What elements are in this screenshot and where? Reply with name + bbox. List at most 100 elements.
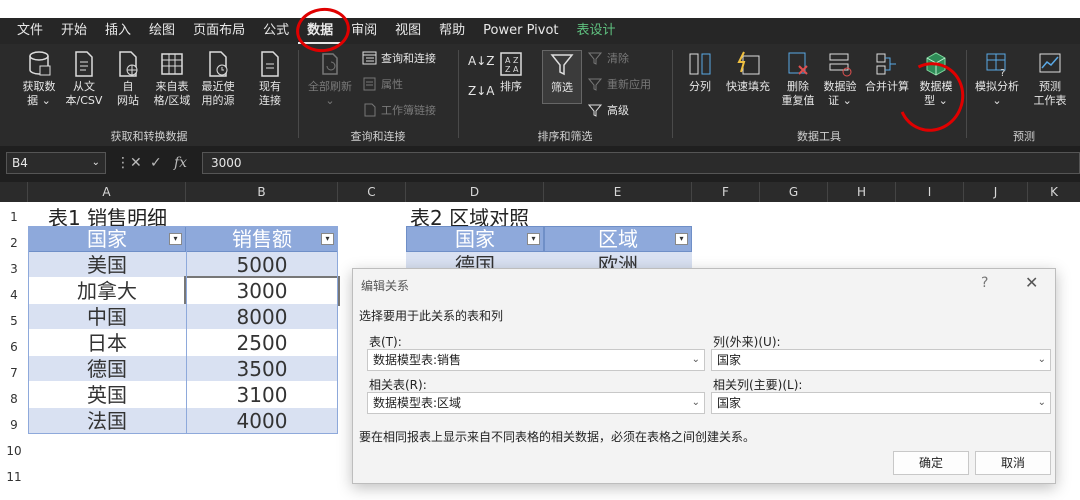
- name-box[interactable]: B4 ⌄: [6, 152, 106, 174]
- workbook-links-button[interactable]: 工作簿链接: [362, 102, 436, 118]
- ok-button[interactable]: 确定: [893, 451, 969, 475]
- filter-dropdown-icon[interactable]: ▾: [675, 233, 688, 245]
- tab-insert[interactable]: 插入: [96, 18, 140, 44]
- dialog-subtitle: 选择要用于此关系的表和列: [359, 309, 504, 323]
- sort-button[interactable]: A ZZ A 排序: [494, 50, 528, 94]
- table-cell[interactable]: 中国: [28, 304, 186, 330]
- help-icon[interactable]: ?: [981, 275, 988, 291]
- table-cell[interactable]: 日本: [28, 330, 186, 356]
- row-header[interactable]: 2: [0, 236, 28, 250]
- connections-file-icon: [261, 51, 279, 77]
- text-to-columns-button[interactable]: 分列: [682, 50, 718, 94]
- table-cell[interactable]: 3500: [186, 356, 338, 382]
- from-text-csv-button[interactable]: 从文 本/CSV: [62, 50, 106, 108]
- insert-function-icon[interactable]: fx: [174, 152, 187, 174]
- sort-dialog-icon: A ZZ A: [500, 52, 522, 76]
- filter-dropdown-icon[interactable]: ▾: [169, 233, 182, 245]
- row-header[interactable]: 1: [0, 210, 28, 224]
- filter-dropdown-icon[interactable]: ▾: [527, 233, 540, 245]
- tab-formulas[interactable]: 公式: [254, 18, 298, 44]
- forecast-sheet-button[interactable]: 预测 工作表: [1026, 50, 1074, 108]
- row-header[interactable]: 9: [0, 418, 28, 432]
- selected-cell[interactable]: 3000: [184, 276, 340, 306]
- table-cell[interactable]: 3100: [186, 382, 338, 408]
- existing-connections-button[interactable]: 现有 连接: [250, 50, 290, 108]
- tab-file[interactable]: 文件: [8, 18, 52, 44]
- properties-icon: [363, 77, 376, 91]
- column-header[interactable]: A: [28, 182, 186, 202]
- table-cell[interactable]: 5000: [186, 252, 338, 278]
- column-header[interactable]: E: [544, 182, 692, 202]
- column-select[interactable]: 国家 ⌄: [711, 349, 1051, 371]
- queries-connections-button[interactable]: 查询和连接: [362, 50, 436, 66]
- tab-help[interactable]: 帮助: [430, 18, 474, 44]
- row-header[interactable]: 5: [0, 314, 28, 328]
- recent-sources-button[interactable]: 最近使 用的源: [196, 50, 240, 108]
- tab-view[interactable]: 视图: [386, 18, 430, 44]
- tab-table-design[interactable]: 表设计: [568, 18, 625, 44]
- flash-fill-icon: [737, 51, 760, 75]
- filter-dropdown-icon[interactable]: ▾: [321, 233, 334, 245]
- table-cell[interactable]: 美国: [28, 252, 186, 278]
- row-header[interactable]: 6: [0, 340, 28, 354]
- properties-button[interactable]: 属性: [362, 76, 403, 92]
- related-table-select[interactable]: 数据模型表:区域 ⌄: [367, 392, 705, 414]
- row-header[interactable]: 4: [0, 288, 28, 302]
- filter-button[interactable]: 筛选: [542, 50, 582, 104]
- advanced-filter-button[interactable]: 高级: [588, 102, 629, 118]
- column-header[interactable]: J: [964, 182, 1028, 202]
- formula-input[interactable]: 3000: [202, 152, 1080, 174]
- from-table-range-button[interactable]: 来自表 格/区域: [150, 50, 194, 108]
- get-data-button[interactable]: 获取数据 ⌄: [14, 50, 64, 108]
- tab-home[interactable]: 开始: [52, 18, 96, 44]
- table1-header-sales[interactable]: 销售额 ▾: [186, 226, 338, 252]
- what-if-analysis-button[interactable]: ? 模拟分析 ⌄: [970, 50, 1024, 108]
- table2-header-region[interactable]: 区域 ▾: [544, 226, 692, 252]
- flash-fill-button[interactable]: 快速填充: [722, 50, 774, 94]
- cancel-formula-icon[interactable]: ✕: [130, 152, 142, 174]
- column-header[interactable]: B: [186, 182, 338, 202]
- row-header[interactable]: 10: [0, 444, 28, 458]
- tab-page-layout[interactable]: 页面布局: [184, 18, 254, 44]
- table-cell[interactable]: 2500: [186, 330, 338, 356]
- reapply-button[interactable]: 重新应用: [588, 76, 651, 92]
- data-validation-button[interactable]: 数据验证 ⌄: [820, 50, 860, 108]
- close-icon[interactable]: ✕: [1025, 273, 1038, 292]
- column-header[interactable]: I: [896, 182, 964, 202]
- tab-draw[interactable]: 绘图: [140, 18, 184, 44]
- row-header[interactable]: 3: [0, 262, 28, 276]
- column-header[interactable]: K: [1028, 182, 1080, 202]
- chevron-down-icon: ⌄: [691, 354, 700, 365]
- column-header[interactable]: D: [406, 182, 544, 202]
- related-column-select[interactable]: 国家 ⌄: [711, 392, 1051, 414]
- sort-descending-button[interactable]: Z↓A: [468, 84, 494, 98]
- database-icon: [29, 51, 51, 76]
- confirm-formula-icon[interactable]: ✓: [150, 152, 162, 174]
- clear-filter-button[interactable]: 清除: [588, 50, 629, 66]
- column-header[interactable]: C: [338, 182, 406, 202]
- split-columns-icon: [689, 53, 711, 75]
- table2-header-country[interactable]: 国家 ▾: [406, 226, 544, 252]
- table-cell[interactable]: 8000: [186, 304, 338, 330]
- sort-ascending-button[interactable]: A↓Z: [468, 54, 494, 68]
- table-cell[interactable]: 加拿大: [28, 278, 186, 304]
- from-web-button[interactable]: 自网站: [108, 50, 148, 108]
- table-cell[interactable]: 4000: [186, 408, 338, 434]
- tab-power-pivot[interactable]: Power Pivot: [474, 18, 567, 44]
- row-header[interactable]: 7: [0, 366, 28, 380]
- column-label: 列(外来)(U):: [713, 335, 781, 349]
- refresh-all-button[interactable]: 全部刷新 ⌄: [304, 50, 356, 108]
- table-select[interactable]: 数据模型表:销售 ⌄: [367, 349, 705, 371]
- cancel-button[interactable]: 取消: [975, 451, 1051, 475]
- remove-duplicates-button[interactable]: 删除 重复值: [778, 50, 818, 108]
- table1-header-country[interactable]: 国家 ▾: [28, 226, 186, 252]
- table-cell[interactable]: 英国: [28, 382, 186, 408]
- table-cell[interactable]: 法国: [28, 408, 186, 434]
- column-header[interactable]: H: [828, 182, 896, 202]
- row-header[interactable]: 11: [0, 470, 28, 484]
- row-header[interactable]: 8: [0, 392, 28, 406]
- column-header[interactable]: G: [760, 182, 828, 202]
- column-header[interactable]: F: [692, 182, 760, 202]
- select-all-corner[interactable]: [0, 182, 28, 202]
- table-cell[interactable]: 德国: [28, 356, 186, 382]
